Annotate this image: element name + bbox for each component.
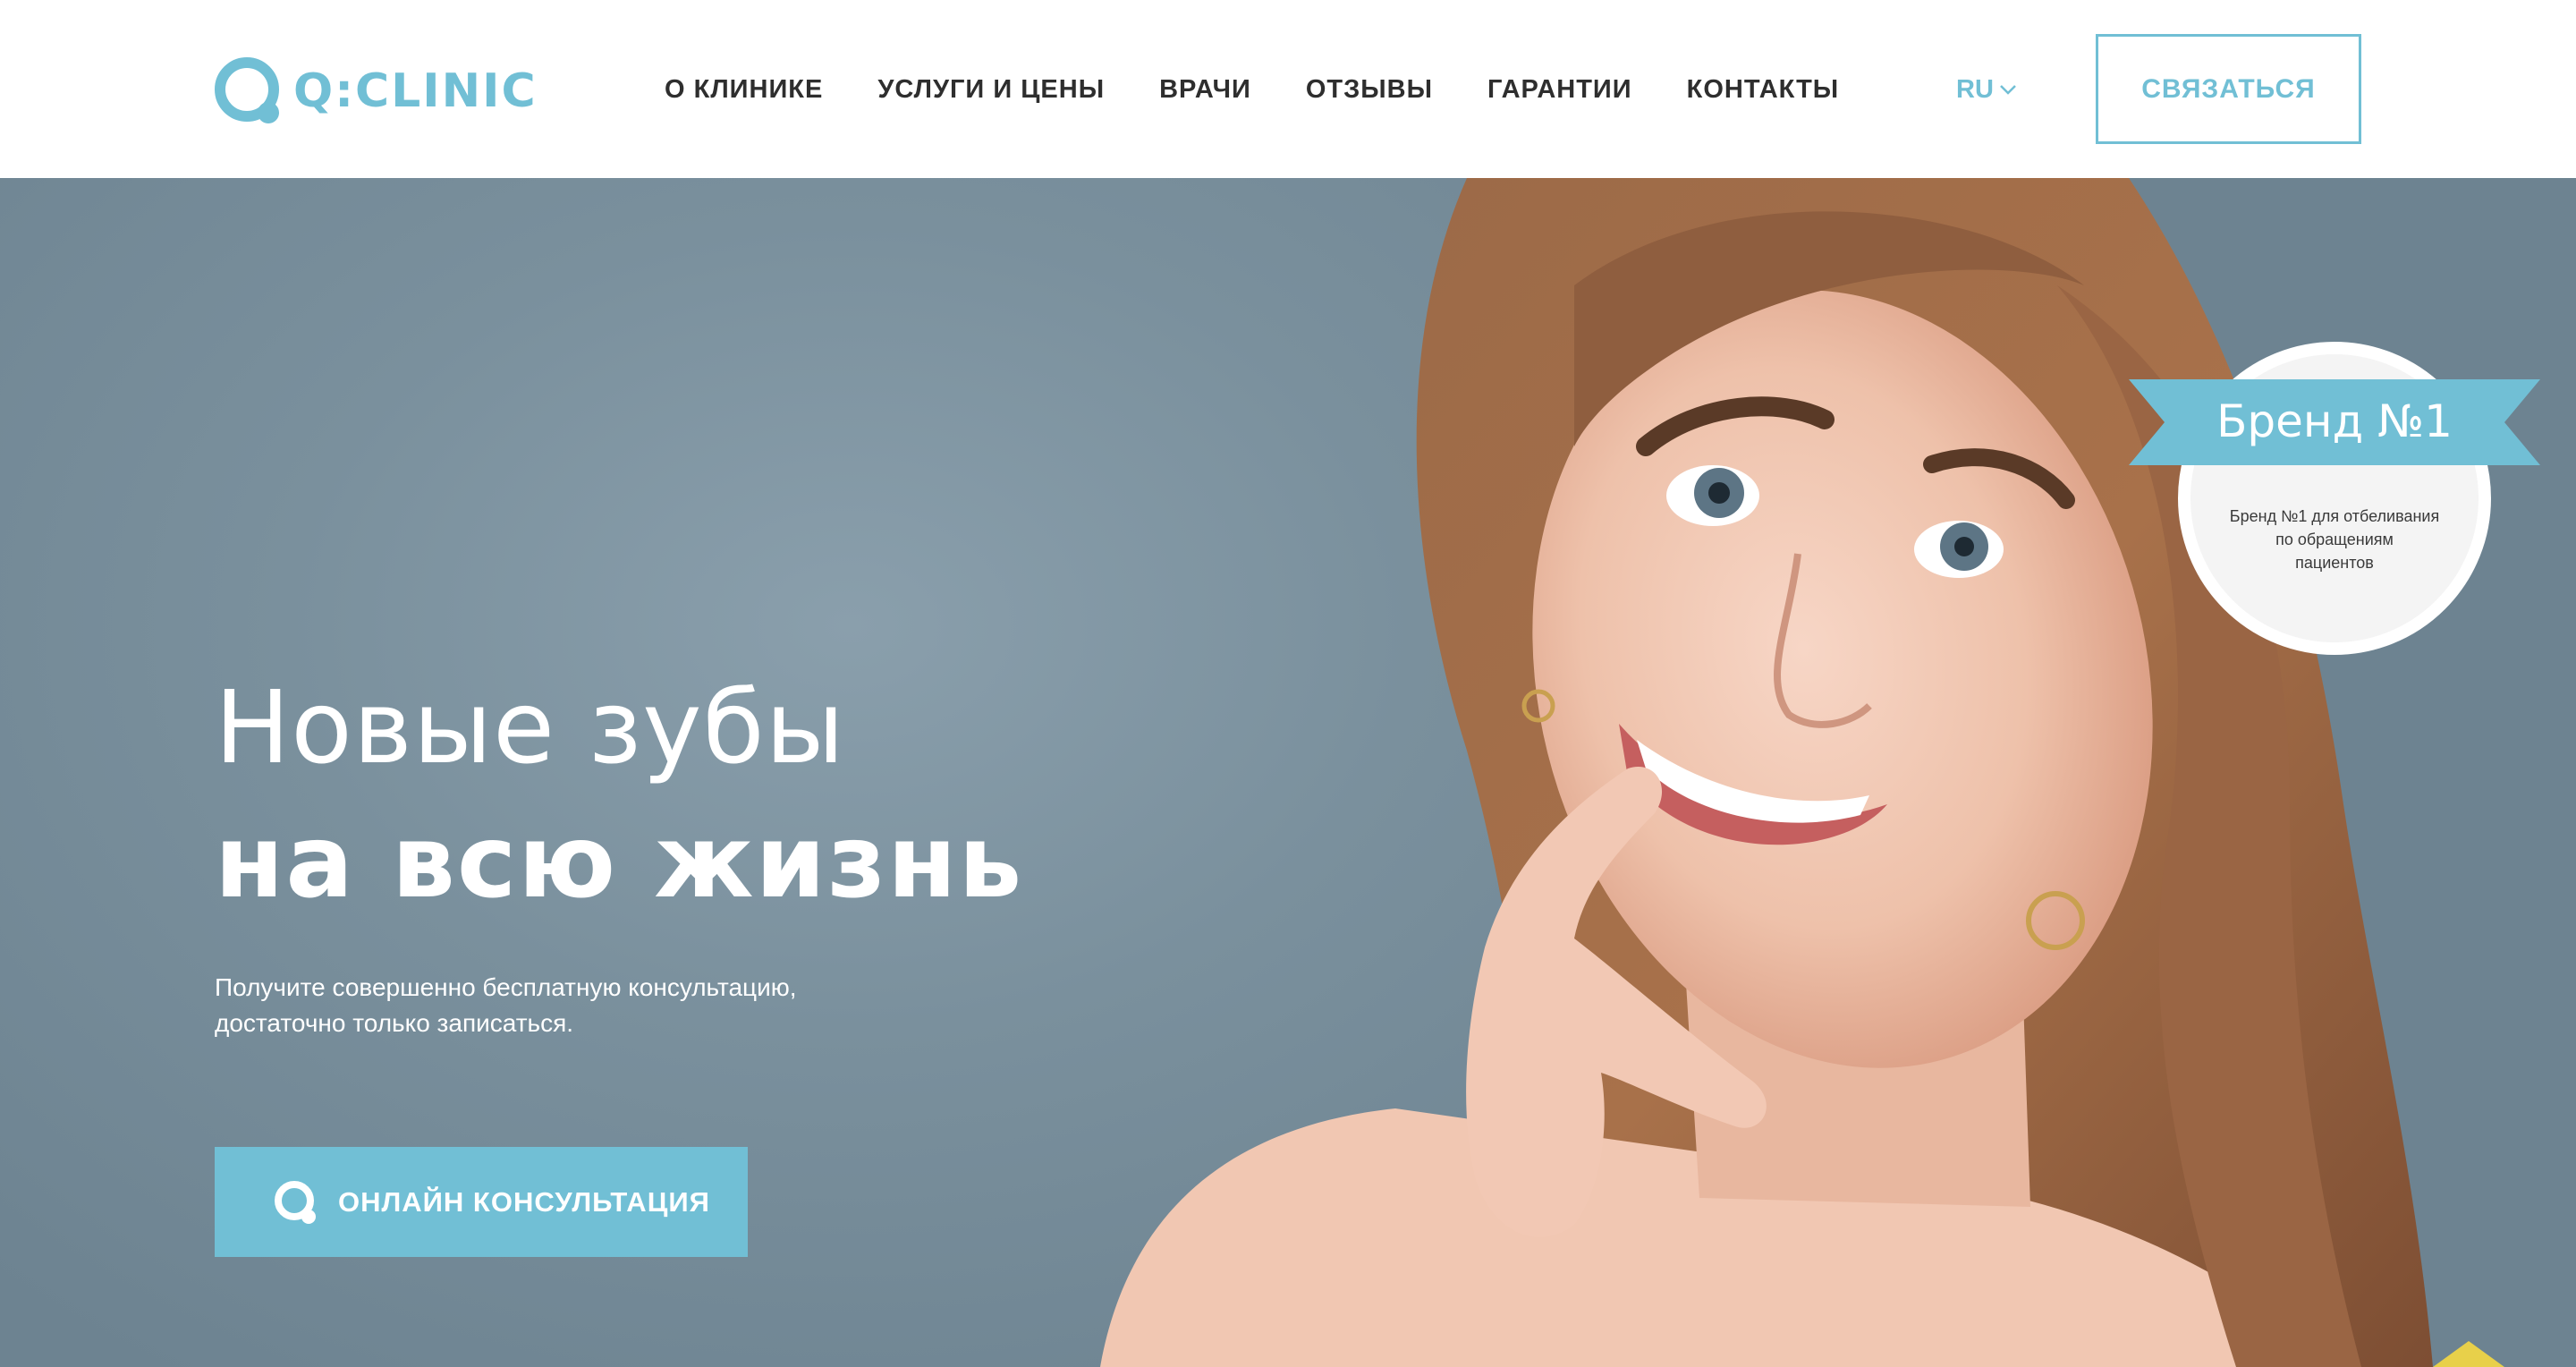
- hero-title: Новые зубы на всю жизнь: [215, 661, 1023, 930]
- badge-desc-line3: пациентов: [2295, 554, 2374, 572]
- language-selector[interactable]: RU: [1956, 72, 2017, 107]
- badge-title: Бренд №1: [2216, 395, 2453, 447]
- hero-title-line2: на всю жизнь: [215, 804, 1024, 921]
- logo-mark-icon: [275, 1180, 316, 1224]
- hero-subtitle-line1: Получите совершенно бесплатную консульта…: [215, 973, 797, 1001]
- hero-subtitle: Получите совершенно бесплатную консульта…: [215, 970, 930, 1041]
- nav-item-doctors[interactable]: ВРАЧИ: [1159, 75, 1251, 105]
- brand-badge: Бренд №1 Бренд №1 для отбеливания по обр…: [2129, 342, 2540, 682]
- nav-item-contacts[interactable]: КОНТАКТЫ: [1687, 75, 1840, 105]
- badge-desc-line2: по обращениям: [2275, 531, 2394, 548]
- badge-desc-line1: Бренд №1 для отбеливания: [2229, 507, 2440, 525]
- logo-mark-icon: [215, 57, 279, 123]
- language-label: RU: [1956, 74, 1994, 104]
- nav-item-about[interactable]: О КЛИНИКЕ: [665, 75, 823, 105]
- main-nav: О КЛИНИКЕ УСЛУГИ И ЦЕНЫ ВРАЧИ ОТЗЫВЫ ГАР…: [665, 67, 1839, 112]
- hero-subtitle-line2: достаточно только записаться.: [215, 1009, 574, 1037]
- contact-button[interactable]: СВЯЗАТЬСЯ: [2096, 34, 2361, 144]
- nav-item-services[interactable]: УСЛУГИ И ЦЕНЫ: [877, 75, 1105, 105]
- cta-label: ОНЛАЙН КОНСУЛЬТАЦИЯ: [338, 1185, 710, 1218]
- chevron-down-icon: [2000, 85, 2016, 95]
- site-header: Q:CLINIC О КЛИНИКЕ УСЛУГИ И ЦЕНЫ ВРАЧИ О…: [0, 0, 2576, 178]
- logo[interactable]: Q:CLINIC: [213, 55, 538, 127]
- hero-title-line1: Новые зубы: [215, 670, 846, 786]
- badge-description: Бренд №1 для отбеливания по обращениям п…: [2209, 505, 2460, 574]
- nav-item-guarantees[interactable]: ГАРАНТИИ: [1487, 75, 1632, 105]
- hero-section: Новые зубы на всю жизнь Получите соверше…: [0, 178, 2576, 1367]
- logo-text: Q:CLINIC: [293, 64, 538, 118]
- online-consultation-button[interactable]: ОНЛАЙН КОНСУЛЬТАЦИЯ: [215, 1147, 748, 1257]
- nav-item-reviews[interactable]: ОТЗЫВЫ: [1306, 75, 1433, 105]
